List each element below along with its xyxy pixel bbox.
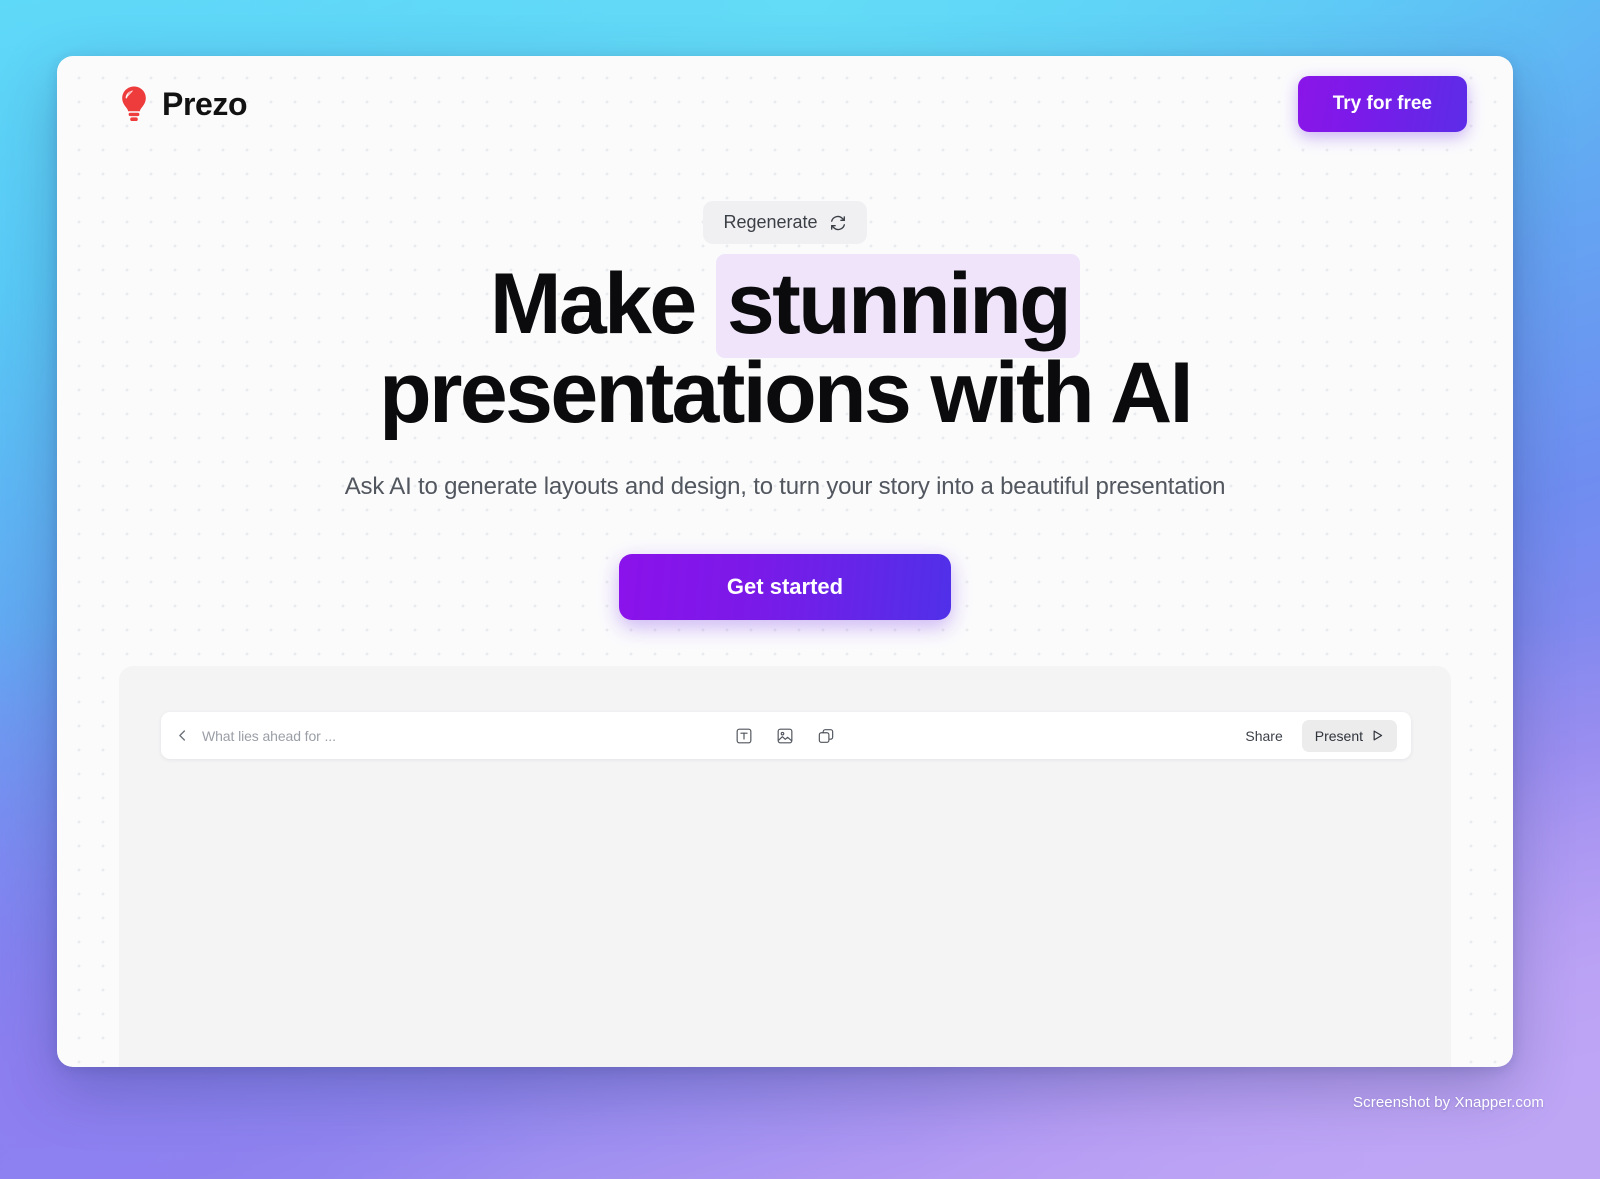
xnapper-watermark: Screenshot by Xnapper.com	[1353, 1094, 1544, 1111]
present-button[interactable]: Present	[1301, 719, 1397, 752]
toolbar-right-group: Share Present	[1234, 719, 1397, 752]
regenerate-label: Regenerate	[723, 212, 818, 232]
regenerate-button[interactable]: Regenerate	[703, 201, 867, 244]
brand-logo[interactable]: Prezo	[119, 85, 248, 123]
page-title: Make stunning presentations with AI	[57, 254, 1513, 437]
hero-subtitle: Ask AI to generate layouts and design, t…	[344, 473, 1226, 501]
chevron-left-icon[interactable]	[175, 728, 190, 743]
play-icon	[1371, 729, 1384, 742]
desktop-backdrop: Prezo Try for free Regenerate Make stunn…	[0, 0, 1600, 1179]
headline-part-2: presentations with AI	[379, 344, 1193, 441]
editor-toolbar: What lies ahead for ... Share Present	[161, 712, 1411, 759]
try-for-free-button[interactable]: Try for free	[1297, 76, 1467, 132]
lightbulb-icon	[119, 85, 149, 123]
share-button[interactable]: Share	[1234, 721, 1293, 751]
toolbar-tool-group	[336, 727, 1235, 745]
headline-part-1: Make	[489, 256, 697, 352]
text-box-icon[interactable]	[735, 727, 753, 745]
app-window: Prezo Try for free Regenerate Make stunn…	[57, 56, 1513, 1067]
deck-title[interactable]: What lies ahead for ...	[202, 728, 336, 744]
get-started-button[interactable]: Get started	[619, 554, 951, 621]
brand-name: Prezo	[162, 85, 248, 122]
shape-duplicate-icon[interactable]	[817, 727, 835, 745]
hero-section: Regenerate Make stunning presentations w…	[57, 152, 1513, 621]
toolbar-left-group: What lies ahead for ...	[175, 728, 336, 744]
top-navigation-bar: Prezo Try for free	[57, 56, 1513, 152]
editor-preview-panel: What lies ahead for ... Share Present	[119, 666, 1451, 1067]
image-icon[interactable]	[776, 727, 794, 745]
refresh-icon	[829, 214, 847, 232]
headline-highlight: stunning	[715, 254, 1081, 358]
present-label: Present	[1314, 727, 1363, 744]
